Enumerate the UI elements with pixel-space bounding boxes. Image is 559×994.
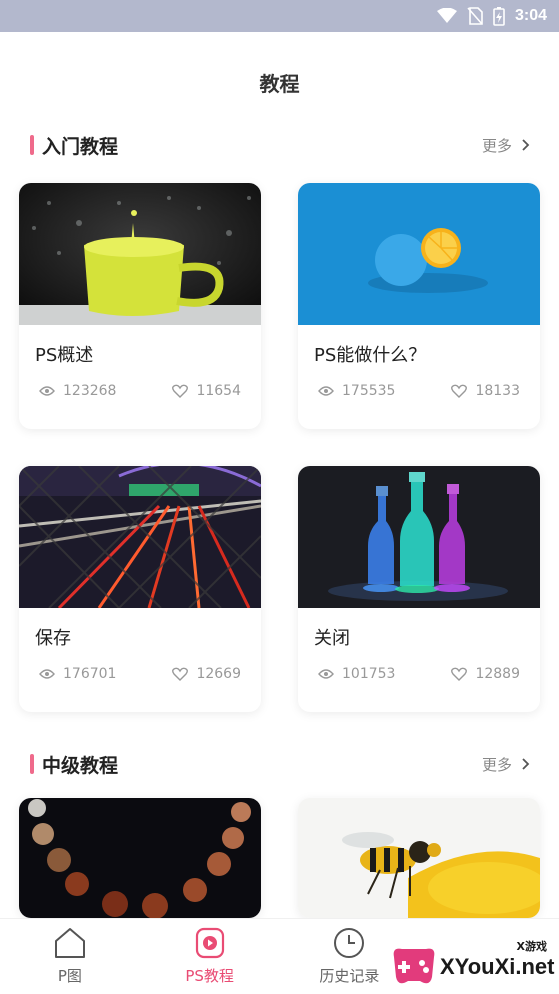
chevron-right-icon bbox=[522, 758, 530, 770]
like-count: 18133 bbox=[475, 383, 520, 399]
eye-icon bbox=[318, 669, 334, 679]
section-header-intermediate: 中级教程 更多 bbox=[30, 751, 530, 777]
view-count: 175535 bbox=[342, 383, 396, 399]
view-count: 176701 bbox=[63, 666, 117, 682]
more-button[interactable]: 更多 bbox=[482, 135, 530, 156]
tab-label: P图 bbox=[57, 967, 82, 985]
watermark-logo: X游戏 XYouXi.net bbox=[388, 940, 559, 994]
tutorial-title: PS能做什么？ bbox=[314, 345, 427, 366]
tutorial-card[interactable] bbox=[19, 798, 261, 918]
section-title: 入门教程 bbox=[42, 135, 119, 158]
chevron-right-icon bbox=[522, 139, 530, 151]
tab-ps-tutorial[interactable]: PS教程 bbox=[145, 927, 275, 986]
more-label: 更多 bbox=[481, 136, 512, 155]
like-count: 12669 bbox=[196, 666, 241, 682]
section-accent-bar bbox=[30, 754, 34, 774]
like-count: 12889 bbox=[475, 666, 520, 682]
tutorial-card[interactable] bbox=[298, 798, 540, 918]
tutorial-card[interactable]: PS概述 123268 11654 bbox=[19, 183, 261, 429]
tutorial-card[interactable]: PS能做什么？ 175535 18133 bbox=[298, 183, 540, 429]
tutorial-thumbnail bbox=[298, 466, 540, 608]
status-bar: 3:04 bbox=[0, 0, 559, 32]
no-sim-icon bbox=[467, 7, 483, 25]
tutorial-stats: 176701 12669 bbox=[39, 666, 241, 682]
view-count: 101753 bbox=[342, 666, 396, 682]
heart-icon bbox=[172, 667, 189, 681]
play-icon bbox=[195, 927, 224, 959]
status-time: 3:04 bbox=[514, 7, 547, 24]
page-title: 教程 bbox=[259, 72, 300, 96]
battery-charging-icon bbox=[493, 7, 505, 26]
tab-label: PS教程 bbox=[185, 967, 234, 985]
tutorial-title: PS概述 bbox=[35, 345, 94, 366]
watermark-small: X游戏 bbox=[516, 940, 547, 953]
tutorial-stats: 123268 11654 bbox=[39, 383, 241, 399]
tutorial-title: 关闭 bbox=[314, 628, 350, 649]
tutorial-thumbnail bbox=[19, 183, 261, 325]
like-count: 11654 bbox=[196, 383, 241, 399]
more-button[interactable]: 更多 bbox=[482, 754, 530, 775]
wifi-icon bbox=[436, 8, 457, 23]
section-accent-bar bbox=[30, 135, 34, 155]
tutorial-thumbnail bbox=[19, 466, 261, 608]
eye-icon bbox=[39, 669, 55, 679]
eye-icon bbox=[39, 386, 55, 396]
view-count: 123268 bbox=[63, 383, 117, 399]
tab-label: 历史记录 bbox=[319, 967, 380, 985]
section-header-beginner: 入门教程 更多 bbox=[30, 132, 530, 158]
tutorial-thumbnail bbox=[19, 798, 261, 918]
tutorial-stats: 175535 18133 bbox=[318, 383, 520, 399]
heart-icon bbox=[172, 384, 189, 398]
tutorial-thumbnail bbox=[298, 183, 540, 325]
gamepad-logo-icon bbox=[393, 948, 435, 984]
home-icon bbox=[54, 928, 85, 958]
section-title: 中级教程 bbox=[42, 754, 119, 777]
tutorial-stats: 101753 12889 bbox=[318, 666, 520, 682]
tutorial-thumbnail bbox=[298, 798, 540, 918]
tutorial-card[interactable]: 关闭 101753 12889 bbox=[298, 466, 540, 712]
clock-icon bbox=[334, 928, 365, 958]
tutorial-title: 保存 bbox=[35, 628, 71, 649]
eye-icon bbox=[318, 386, 334, 396]
more-label: 更多 bbox=[481, 755, 512, 774]
heart-icon bbox=[451, 667, 468, 681]
heart-icon bbox=[451, 384, 468, 398]
tab-p-image[interactable]: P图 bbox=[5, 927, 135, 986]
watermark-text: XYouXi.net bbox=[440, 954, 555, 979]
tutorial-card[interactable]: 保存 176701 12669 bbox=[19, 466, 261, 712]
